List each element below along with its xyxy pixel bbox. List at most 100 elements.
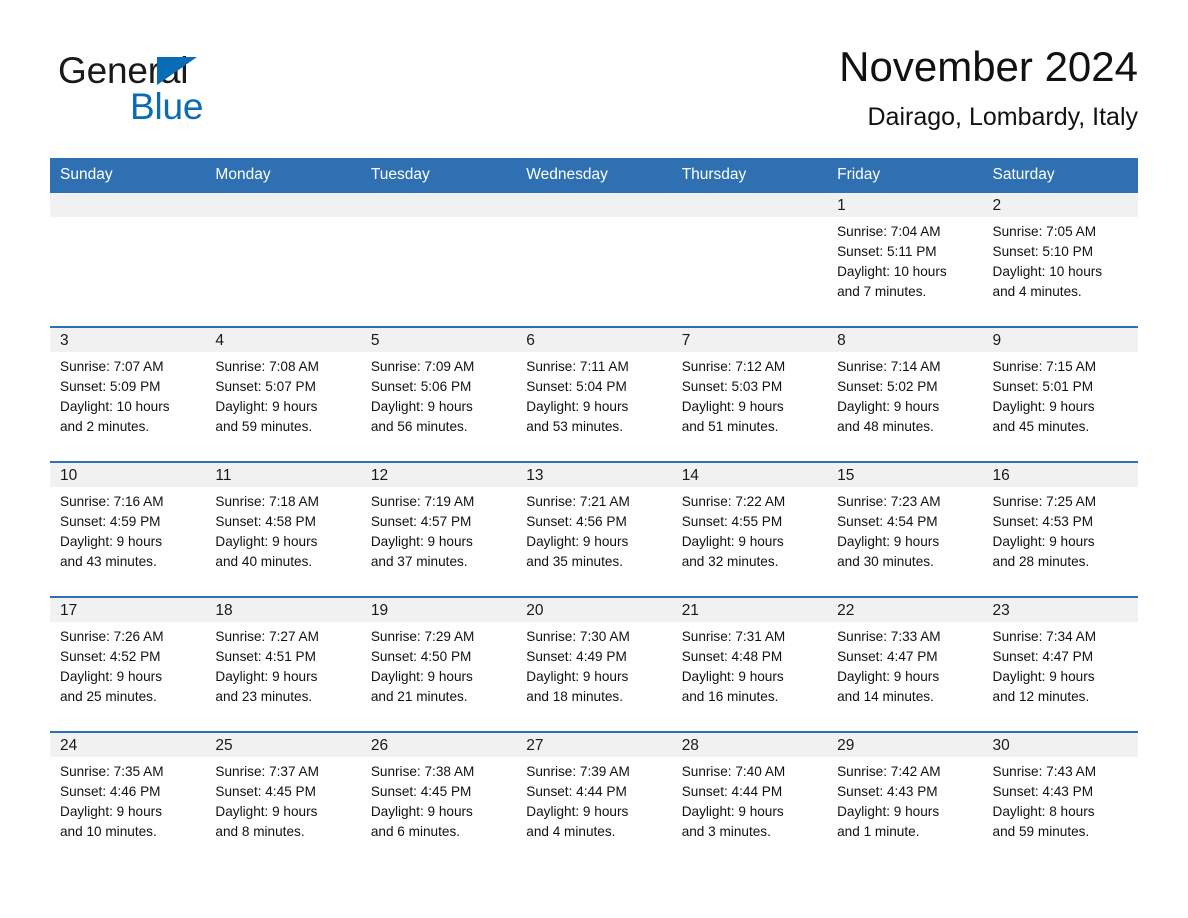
calendar-day-cell[interactable]: 25 Sunrise: 7:37 AM Sunset: 4:45 PM Dayligh…: [205, 731, 361, 866]
sunset-text: Sunset: 5:07 PM: [215, 379, 316, 394]
day-number-band: 10: [50, 463, 206, 487]
sunrise-text: Sunrise: 7:34 AM: [992, 629, 1097, 644]
day-detail-block: Sunrise: 7:05 AM Sunset: 5:10 PM Daylight:…: [983, 217, 1138, 302]
sunrise-text: Sunrise: 7:31 AM: [681, 629, 786, 644]
sunset-text: Sunset: 4:45 PM: [370, 784, 472, 799]
day-number: 14: [681, 467, 699, 484]
day-number: 26: [370, 737, 389, 754]
day-detail-block: Sunrise: 7:34 AM Sunset: 4:47 PM Daylight:…: [983, 622, 1138, 707]
calendar-day-cell[interactable]: 9 Sunrise: 7:15 AM Sunset: 5:01 PM Daylight…: [982, 326, 1138, 462]
calendar-day-cell[interactable]: 8 Sunrise: 7:14 AM Sunset: 5:02 PM Daylight…: [827, 326, 983, 462]
calendar-day-cell[interactable]: 3 Sunrise: 7:07 AM Sunset: 5:09 PM Daylight…: [50, 326, 206, 462]
sunset-text: Sunset: 5:04 PM: [526, 379, 627, 394]
day-number: 22: [837, 602, 855, 619]
day-detail-block: Sunrise: 7:04 AM Sunset: 5:11 PM Daylight:…: [827, 217, 982, 302]
general-blue-logo[interactable]: General Blue: [58, 44, 358, 144]
sunset-text: Sunset: 4:49 PM: [526, 649, 627, 664]
daylight-text-line2: and 16 minutes.: [681, 689, 779, 704]
calendar-day-cell[interactable]: 15 Sunrise: 7:23 AM Sunset: 4:54 PM Dayligh…: [827, 461, 983, 597]
sunset-text: Sunset: 4:47 PM: [992, 649, 1094, 664]
calendar-day-cell[interactable]: 7 Sunrise: 7:12 AM Sunset: 5:03 PM Daylight…: [671, 326, 828, 462]
sunrise-text: Sunrise: 7:15 AM: [992, 359, 1097, 374]
calendar-day-cell[interactable]: 13 Sunrise: 7:21 AM Sunset: 4:56 PM Dayligh…: [516, 461, 672, 597]
calendar-day-cell[interactable]: 18 Sunrise: 7:27 AM Sunset: 4:51 PM Dayligh…: [205, 596, 361, 732]
day-number: 15: [837, 467, 855, 484]
sunrise-text: Sunrise: 7:21 AM: [526, 494, 630, 509]
day-number-band: 2: [982, 193, 1138, 217]
day-detail-block: Sunrise: 7:29 AM Sunset: 4:50 PM Daylight:…: [361, 622, 516, 707]
logo-text-blue: Blue: [130, 86, 204, 127]
sunrise-text: Sunrise: 7:05 AM: [992, 224, 1097, 239]
sunset-text: Sunset: 5:09 PM: [60, 379, 161, 394]
sunset-text: Sunset: 5:01 PM: [992, 379, 1094, 394]
calendar-day-cell[interactable]: 30 Sunrise: 7:43 AM Sunset: 4:43 PM Dayligh…: [982, 731, 1138, 866]
daylight-text-line1: Daylight: 9 hours: [681, 399, 784, 414]
calendar-day-cell[interactable]: 5 Sunrise: 7:09 AM Sunset: 5:06 PM Daylight…: [360, 326, 517, 462]
sunrise-text: Sunrise: 7:30 AM: [526, 629, 630, 644]
day-number-band: 13: [516, 463, 672, 487]
day-number: 30: [992, 737, 1010, 754]
day-detail-block: Sunrise: 7:25 AM Sunset: 4:53 PM Daylight:…: [983, 487, 1138, 572]
day-number-band: 12: [360, 463, 517, 487]
daylight-text-line2: and 3 minutes.: [681, 824, 771, 839]
calendar-day-cell[interactable]: 23 Sunrise: 7:34 AM Sunset: 4:47 PM Dayligh…: [982, 596, 1138, 732]
calendar-day-cell[interactable]: 1 Sunrise: 7:04 AM Sunset: 5:11 PM Daylight…: [827, 193, 983, 327]
calendar-week-row: 3 Sunrise: 7:07 AM Sunset: 5:09 PM Daylight…: [50, 326, 1138, 462]
daylight-text-line2: and 1 minute.: [837, 824, 920, 839]
day-number: 25: [215, 737, 233, 754]
calendar-day-cell[interactable]: 29 Sunrise: 7:42 AM Sunset: 4:43 PM Dayligh…: [827, 731, 983, 866]
day-number: 4: [215, 332, 225, 349]
day-number: 16: [992, 467, 1010, 484]
calendar-day-cell[interactable]: 28 Sunrise: 7:40 AM Sunset: 4:44 PM Dayligh…: [671, 731, 828, 866]
calendar-day-cell[interactable]: 12 Sunrise: 7:19 AM Sunset: 4:57 PM Dayligh…: [360, 461, 517, 597]
calendar-day-cell[interactable]: 19 Sunrise: 7:29 AM Sunset: 4:50 PM Dayligh…: [360, 596, 517, 732]
daylight-text-line2: and 8 minutes.: [215, 824, 305, 839]
sunset-text: Sunset: 5:02 PM: [837, 379, 938, 394]
calendar-day-cell[interactable]: 6 Sunrise: 7:11 AM Sunset: 5:04 PM Daylight…: [516, 326, 672, 462]
calendar-day-cell[interactable]: 14 Sunrise: 7:22 AM Sunset: 4:55 PM Dayligh…: [671, 461, 828, 597]
calendar-day-cell[interactable]: 20 Sunrise: 7:30 AM Sunset: 4:49 PM Dayligh…: [516, 596, 672, 732]
day-detail-block: Sunrise: 7:27 AM Sunset: 4:51 PM Daylight:…: [205, 622, 360, 707]
calendar-day-cell[interactable]: 26 Sunrise: 7:38 AM Sunset: 4:45 PM Dayligh…: [360, 731, 517, 866]
calendar-day-cell-empty: [671, 193, 828, 327]
daylight-text-line1: Daylight: 9 hours: [526, 804, 629, 819]
calendar-day-cell[interactable]: 11 Sunrise: 7:18 AM Sunset: 4:58 PM Dayligh…: [205, 461, 361, 597]
day-detail-block: Sunrise: 7:31 AM Sunset: 4:48 PM Daylight:…: [672, 622, 827, 707]
calendar-day-cell[interactable]: 27 Sunrise: 7:39 AM Sunset: 4:44 PM Dayligh…: [516, 731, 672, 866]
sunrise-text: Sunrise: 7:14 AM: [837, 359, 941, 374]
calendar-day-cell[interactable]: 10 Sunrise: 7:16 AM Sunset: 4:59 PM Dayligh…: [50, 461, 206, 597]
sunset-text: Sunset: 4:53 PM: [992, 514, 1094, 529]
calendar-body: 1 Sunrise: 7:04 AM Sunset: 5:11 PM Daylight…: [50, 193, 1138, 866]
day-detail-block: Sunrise: 7:30 AM Sunset: 4:49 PM Daylight:…: [516, 622, 671, 707]
daylight-text-line2: and 59 minutes.: [215, 419, 313, 434]
day-number: 10: [60, 467, 78, 484]
calendar-day-cell[interactable]: 21 Sunrise: 7:31 AM Sunset: 4:48 PM Dayligh…: [671, 596, 828, 732]
day-number-band: 25: [205, 733, 361, 757]
calendar-day-cell[interactable]: 24 Sunrise: 7:35 AM Sunset: 4:46 PM Dayligh…: [50, 731, 206, 866]
sunrise-text: Sunrise: 7:25 AM: [992, 494, 1097, 509]
daylight-text-line2: and 7 minutes.: [837, 284, 927, 299]
calendar-day-cell[interactable]: 17 Sunrise: 7:26 AM Sunset: 4:52 PM Dayligh…: [50, 596, 206, 732]
daylight-text-line2: and 4 minutes.: [526, 824, 616, 839]
sunset-text: Sunset: 4:57 PM: [370, 514, 472, 529]
day-detail-block: Sunrise: 7:38 AM Sunset: 4:45 PM Daylight:…: [361, 757, 516, 842]
sunset-text: Sunset: 4:47 PM: [837, 649, 938, 664]
calendar-day-cell[interactable]: 4 Sunrise: 7:08 AM Sunset: 5:07 PM Daylight…: [205, 326, 361, 462]
day-number: 18: [215, 602, 233, 619]
daylight-text-line1: Daylight: 9 hours: [370, 399, 473, 414]
calendar-header-row: Sunday Monday Tuesday Wednesday Thursday Frid…: [50, 158, 1138, 193]
calendar-day-cell[interactable]: 16 Sunrise: 7:25 AM Sunset: 4:53 PM Dayligh…: [982, 461, 1138, 597]
day-number: 6: [526, 332, 535, 349]
day-number: 11: [215, 467, 232, 484]
page-title: November 2024: [839, 43, 1138, 90]
day-number-band: 6: [516, 328, 672, 352]
day-number-band: 24: [50, 733, 206, 757]
day-detail-block: Sunrise: 7:16 AM Sunset: 4:59 PM Daylight:…: [50, 487, 205, 572]
daylight-text-line2: and 37 minutes.: [370, 554, 468, 569]
calendar-day-cell[interactable]: 2 Sunrise: 7:05 AM Sunset: 5:10 PM Daylight…: [982, 193, 1138, 327]
calendar-day-cell[interactable]: 22 Sunrise: 7:33 AM Sunset: 4:47 PM Dayligh…: [827, 596, 983, 732]
day-number-band: 26: [360, 733, 517, 757]
calendar-week-row: 10 Sunrise: 7:16 AM Sunset: 4:59 PM Dayligh…: [50, 461, 1138, 597]
sunrise-text: Sunrise: 7:08 AM: [215, 359, 319, 374]
calendar-week-row: 24 Sunrise: 7:35 AM Sunset: 4:46 PM Dayligh…: [50, 731, 1138, 866]
